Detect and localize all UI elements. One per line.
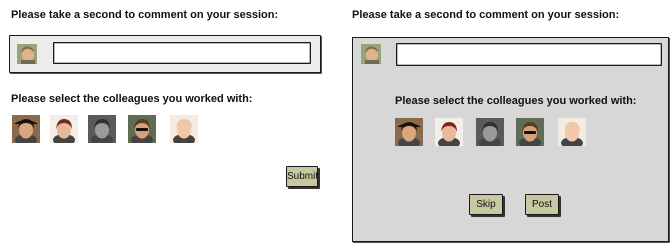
colleague-photo-icon — [558, 118, 586, 146]
colleague-photo-icon — [50, 115, 78, 143]
right-user-avatar — [361, 44, 381, 64]
right-colleague-avatar-1[interactable] — [395, 118, 423, 146]
right-colleague-avatar-5[interactable] — [558, 118, 586, 146]
left-comment-bar — [9, 35, 321, 73]
colleague-photo-icon — [12, 115, 40, 143]
right-colleague-list — [395, 118, 595, 148]
colleague-photo-icon — [476, 118, 504, 146]
submit-button[interactable]: Submit — [286, 166, 318, 187]
user-avatar-icon — [17, 44, 37, 64]
left-colleagues-prompt: Please select the colleagues you worked … — [11, 93, 253, 105]
left-colleague-avatar-4[interactable] — [128, 115, 156, 143]
left-comment-input[interactable] — [53, 42, 311, 64]
colleague-photo-icon — [516, 118, 544, 146]
right-colleague-avatar-3[interactable] — [476, 118, 504, 146]
colleague-photo-icon — [88, 115, 116, 143]
left-colleague-avatar-5[interactable] — [170, 115, 198, 143]
right-colleagues-prompt: Please select the colleagues you worked … — [395, 95, 637, 107]
post-button[interactable]: Post — [525, 194, 559, 215]
colleague-photo-icon — [128, 115, 156, 143]
left-colleague-avatar-2[interactable] — [50, 115, 78, 143]
user-avatar-icon — [361, 44, 381, 64]
skip-button[interactable]: Skip — [469, 194, 503, 215]
colleague-photo-icon — [395, 118, 423, 146]
right-comment-input[interactable] — [396, 43, 662, 66]
left-user-avatar — [17, 44, 37, 64]
right-panel: Please select the colleagues you worked … — [352, 37, 669, 242]
left-colleague-avatar-1[interactable] — [12, 115, 40, 143]
colleague-photo-icon — [170, 115, 198, 143]
left-colleague-avatar-3[interactable] — [88, 115, 116, 143]
right-colleague-avatar-2[interactable] — [435, 118, 463, 146]
colleague-photo-icon — [435, 118, 463, 146]
left-comment-prompt: Please take a second to comment on your … — [11, 9, 279, 21]
left-colleague-list — [12, 115, 202, 145]
right-comment-prompt: Please take a second to comment on your … — [352, 9, 620, 21]
right-colleague-avatar-4[interactable] — [516, 118, 544, 146]
